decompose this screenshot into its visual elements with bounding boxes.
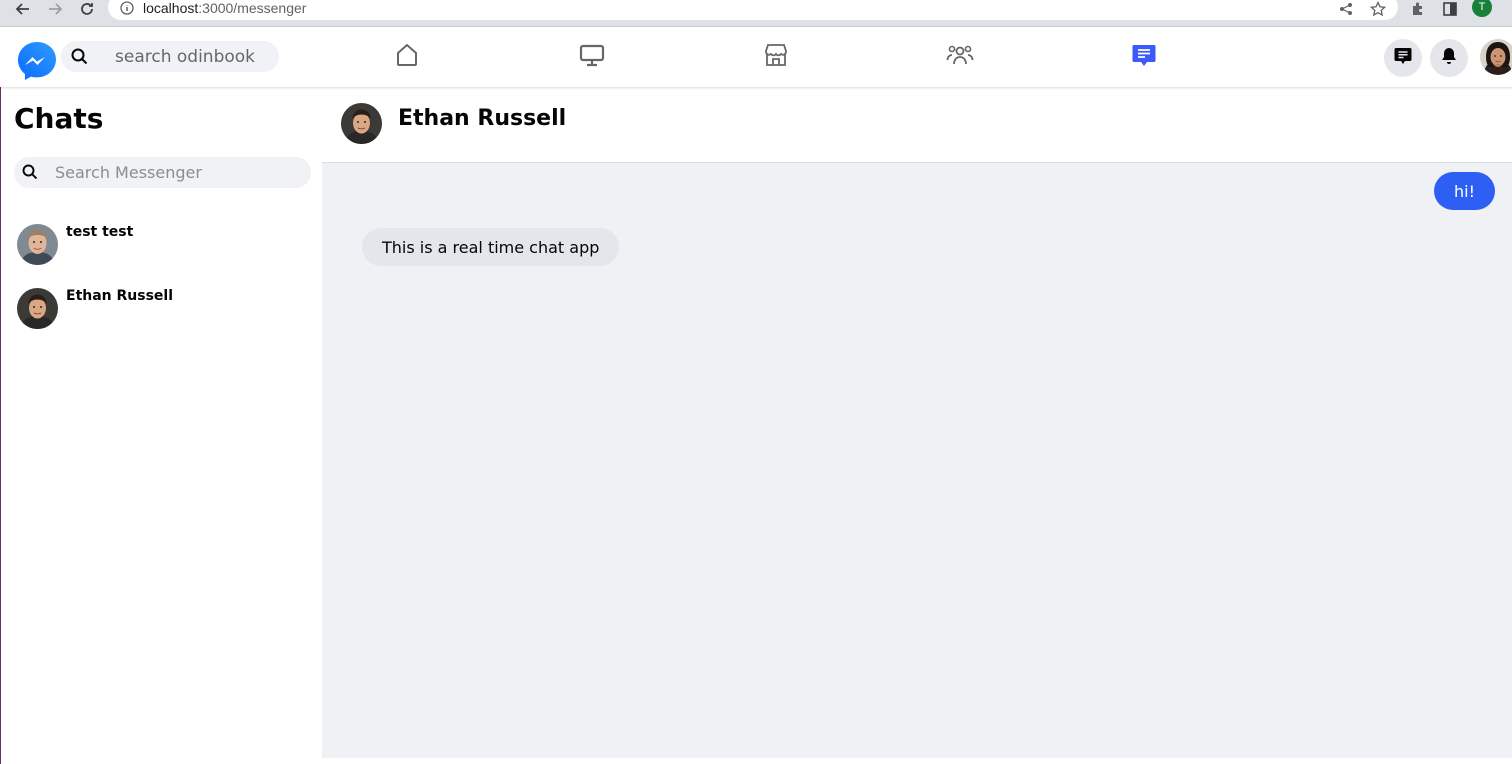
messenger-search-input[interactable]: Search Messenger [14, 157, 311, 188]
message-thread: hi! This is a real time chat app [322, 163, 1512, 758]
home-icon [394, 42, 420, 72]
nav-groups[interactable] [944, 41, 976, 73]
chats-sidebar: Chats Search Messenger test test Ethan R… [0, 87, 322, 764]
messenger-button[interactable] [1384, 39, 1422, 77]
contact-name-heading: Ethan Russell [398, 106, 567, 131]
extensions-icon[interactable] [1408, 0, 1428, 18]
groups-icon [946, 42, 974, 72]
chat-list-item[interactable]: test test [17, 224, 317, 266]
url-text: localhost:3000/messenger [143, 0, 306, 16]
side-panel-icon[interactable] [1440, 0, 1460, 18]
sidebar-title: Chats [14, 102, 104, 135]
watch-icon [579, 42, 605, 72]
browser-toolbar: localhost:3000/messenger T [0, 0, 1512, 27]
url-path: :3000/messenger [198, 0, 307, 16]
messenger-logo-icon[interactable] [16, 40, 58, 82]
share-icon[interactable] [1336, 0, 1356, 18]
chat-icon [1393, 46, 1413, 70]
search-icon [71, 48, 88, 69]
address-bar[interactable]: localhost:3000/messenger [108, 0, 1398, 20]
bookmark-star-icon[interactable] [1368, 0, 1388, 18]
contact-avatar[interactable] [341, 103, 382, 144]
nav-messenger[interactable] [1128, 41, 1160, 73]
chat-list-item[interactable]: Ethan Russell [17, 288, 317, 330]
search-icon [22, 164, 38, 184]
messenger-search-placeholder: Search Messenger [55, 163, 202, 182]
app-header: search odinbook [0, 27, 1512, 87]
site-info-icon[interactable] [120, 0, 134, 19]
back-arrow-icon[interactable] [12, 0, 34, 18]
messenger-icon [1131, 42, 1157, 72]
notifications-button[interactable] [1430, 39, 1468, 77]
conversation-header: Ethan Russell [322, 87, 1512, 163]
chat-contact-name: Ethan Russell [66, 288, 174, 304]
avatar [17, 224, 58, 265]
app-search-input[interactable]: search odinbook [61, 41, 279, 72]
nav-home[interactable] [391, 41, 423, 73]
avatar [17, 288, 58, 329]
nav-marketplace[interactable] [760, 41, 792, 73]
url-host: localhost [143, 0, 199, 16]
outgoing-message: hi! [1434, 172, 1495, 210]
marketplace-icon [763, 42, 789, 72]
reload-icon[interactable] [76, 0, 98, 18]
browser-profile-avatar[interactable]: T [1472, 0, 1492, 17]
chat-contact-name: test test [66, 224, 134, 240]
bell-icon [1439, 46, 1459, 70]
user-avatar[interactable] [1480, 39, 1512, 75]
app-search-placeholder: search odinbook [115, 47, 256, 67]
incoming-message: This is a real time chat app [362, 228, 620, 266]
nav-watch[interactable] [576, 41, 608, 73]
forward-arrow-icon[interactable] [44, 0, 66, 18]
